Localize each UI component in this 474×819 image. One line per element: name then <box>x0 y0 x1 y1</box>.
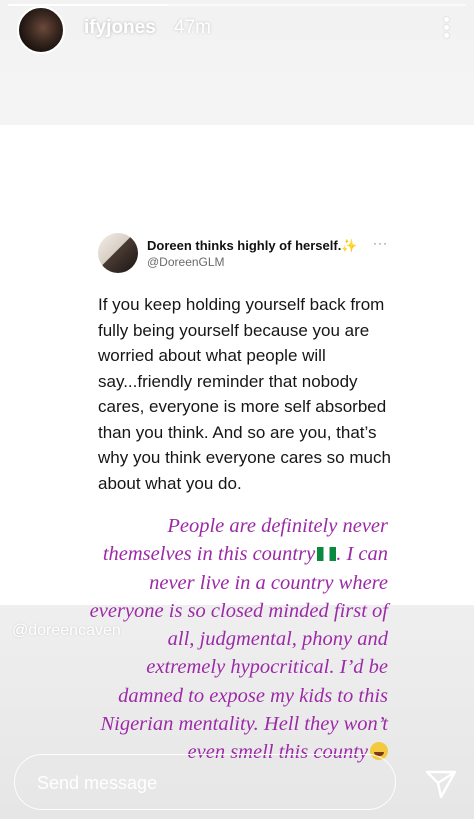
sparkle-icon: ✨ <box>341 238 358 253</box>
profile-avatar[interactable] <box>17 6 65 54</box>
tweet-more-icon: ··· <box>373 236 388 250</box>
story-caption: People are definitely never themselves i… <box>89 515 388 764</box>
nigeria-flag-icon <box>317 547 337 562</box>
tweet-author-avatar <box>98 233 138 273</box>
username[interactable]: ifyjones <box>84 17 156 39</box>
more-options-icon[interactable] <box>436 14 456 40</box>
send-message-placeholder: Send message <box>37 773 158 793</box>
tweet-author-handle: @DoreenGLM <box>147 255 225 269</box>
send-message-input[interactable]: Send message <box>14 754 396 810</box>
send-icon[interactable] <box>424 766 458 800</box>
tweet-text: If you keep holding yourself back from f… <box>98 295 391 493</box>
post-time: 47m <box>174 17 211 38</box>
story-header: ifyjones 47m <box>0 0 474 60</box>
tweet-author-name: Doreen thinks highly of herself.✨ <box>147 238 358 253</box>
